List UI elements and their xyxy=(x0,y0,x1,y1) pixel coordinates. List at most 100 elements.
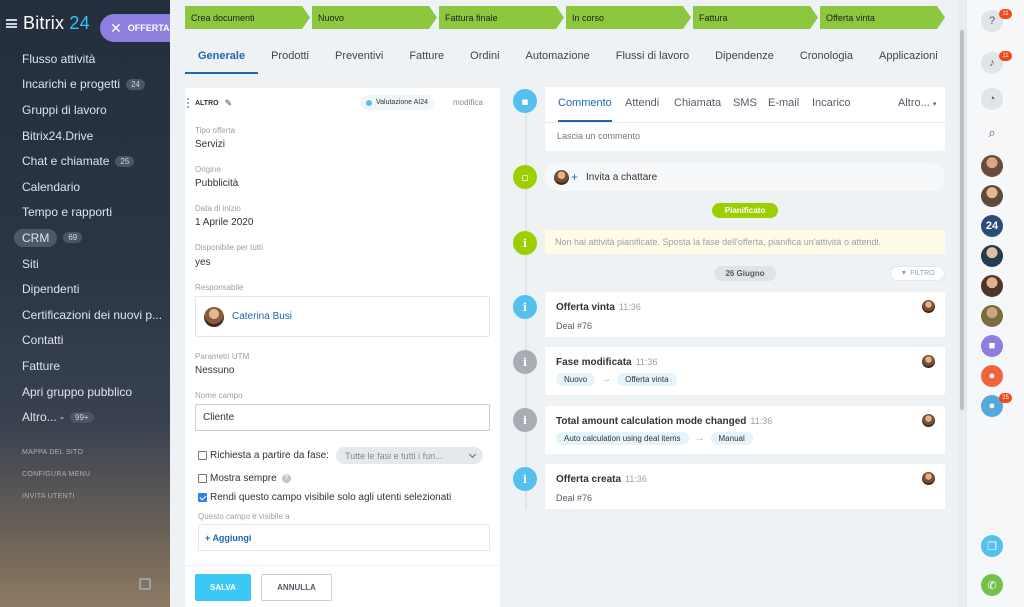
sidebar-item-flusso[interactable]: Flusso attività xyxy=(0,46,170,72)
avatar[interactable] xyxy=(981,155,1003,177)
tab-incarico[interactable]: Incarico xyxy=(812,97,851,109)
help-icon[interactable]: ? xyxy=(281,474,291,483)
comment-input[interactable]: Lascia un commento xyxy=(557,131,640,141)
ai-icon xyxy=(366,99,372,106)
visible-selected-checkbox[interactable] xyxy=(198,493,207,502)
tab-applicazioni[interactable]: Applicazioni xyxy=(866,38,951,74)
sitemap-link[interactable]: MAPPA DEL SITO xyxy=(22,449,83,456)
tab-prodotti[interactable]: Prodotti xyxy=(258,38,322,74)
responsible-label: Responsabile xyxy=(195,283,244,292)
utm-label: Parametri UTM xyxy=(195,352,250,361)
sidebar-item-calendario[interactable]: Calendario xyxy=(0,174,170,200)
ai-score-chip[interactable]: Valutazione AI24 xyxy=(360,95,435,110)
show-always-checkbox[interactable] xyxy=(198,474,207,483)
help-badge: 11 xyxy=(999,9,1012,19)
save-button[interactable]: SALVA xyxy=(195,574,251,601)
stage-bar: Crea documenti Nuovo Fattura finale In c… xyxy=(185,6,947,29)
stage-select[interactable]: Tutte le fasi e tutti i fun... xyxy=(335,447,483,464)
add-users-box[interactable]: + Aggiungi xyxy=(198,524,490,551)
tab-cronologia[interactable]: Cronologia xyxy=(787,38,866,74)
tab-altro[interactable]: Altro... ▾ xyxy=(898,97,936,109)
avatar[interactable] xyxy=(981,245,1003,267)
sidebar-item-gruppo-pubblico[interactable]: Apri gruppo pubblico xyxy=(0,379,170,405)
field-name-input[interactable]: Cliente xyxy=(195,404,490,431)
sidebar-item-drive[interactable]: Bitrix24.Drive xyxy=(0,123,170,149)
stage-crea-documenti[interactable]: Crea documenti xyxy=(185,6,310,29)
tab-fatture[interactable]: Fatture xyxy=(396,38,457,74)
group-chat-avatar[interactable]: 24 xyxy=(981,215,1003,237)
configure-menu-link[interactable]: CONFIGURA MENU xyxy=(22,471,90,478)
tab-email[interactable]: E-mail xyxy=(768,97,799,109)
avatar xyxy=(922,414,935,427)
stage-offerta-vinta[interactable]: Offerta vinta xyxy=(820,6,945,29)
tab-generale[interactable]: Generale xyxy=(185,38,259,74)
sidebar-item-siti[interactable]: Siti xyxy=(0,251,170,277)
filter-button[interactable]: ▼ FILTRO xyxy=(890,266,945,281)
event-subtitle: Deal #76 xyxy=(556,321,593,331)
stage-fattura-finale[interactable]: Fattura finale xyxy=(439,6,564,29)
tab-dipendenze[interactable]: Dipendenze xyxy=(702,38,787,74)
event-subtitle: Deal #76 xyxy=(556,493,593,503)
timeline-event[interactable]: Offerta vinta 11:36 Deal #76 xyxy=(545,292,945,337)
divider xyxy=(545,122,945,123)
copy-icon[interactable]: ❐ xyxy=(981,535,1003,557)
show-always-row: Mostra sempre ? xyxy=(198,473,291,484)
sidebar-item-incarichi[interactable]: Incarichi e progetti 24 xyxy=(0,72,170,98)
sidebar-item-dipendenti[interactable]: Dipendenti xyxy=(0,276,170,302)
avatar xyxy=(922,355,935,368)
invite-chat-card[interactable]: + Invita a chattare xyxy=(545,163,945,191)
phone-icon[interactable]: ✆ xyxy=(981,574,1003,596)
user-icon[interactable]: ● xyxy=(981,365,1003,387)
info-icon: i xyxy=(513,467,537,491)
invite-users-link[interactable]: INVITA UTENTI xyxy=(22,493,75,500)
sidebar-item-altro[interactable]: Altro... -99+ xyxy=(0,404,170,430)
planned-badge: Pianificato xyxy=(712,203,778,218)
chat-bubble-icon[interactable]: ◔ xyxy=(981,88,1003,110)
sidebar-item-fatture[interactable]: Fatture xyxy=(0,353,170,379)
event-title: Total amount calculation mode changed 11:… xyxy=(556,416,773,427)
close-deal-button[interactable]: ✕ OFFERTA xyxy=(100,14,170,42)
cancel-button[interactable]: ANNULLA xyxy=(261,574,332,601)
event-title: Offerta vinta 11:36 xyxy=(556,302,641,313)
drag-handle-icon[interactable] xyxy=(187,98,191,108)
tab-sms[interactable]: SMS xyxy=(733,97,757,109)
responsible-link[interactable]: Caterina Busi xyxy=(232,311,292,322)
plus-icon: + xyxy=(571,170,579,184)
timeline-event[interactable]: Offerta creata 11:36 Deal #76 xyxy=(545,464,945,509)
lock-icon[interactable]: ■ xyxy=(981,335,1003,357)
sidebar-item-crm[interactable]: CRM 69 xyxy=(0,225,170,251)
search-icon[interactable]: ⌕ xyxy=(981,122,1003,144)
tab-preventivi[interactable]: Preventivi xyxy=(322,38,396,74)
tab-chiamata[interactable]: Chiamata xyxy=(674,97,721,109)
sidebar-item-contatti[interactable]: Contatti xyxy=(0,328,170,354)
menu-icon[interactable] xyxy=(6,18,17,28)
brand-logo[interactable]: Bitrix 24 xyxy=(23,13,90,34)
tab-automazione[interactable]: Automazione xyxy=(513,38,603,74)
field-value: Pubblicità xyxy=(195,178,239,189)
stage-in-corso[interactable]: In corso xyxy=(566,6,691,29)
tab-flussi-di-lavoro[interactable]: Flussi di lavoro xyxy=(603,38,702,74)
avatar[interactable] xyxy=(981,305,1003,327)
scrollbar-thumb[interactable] xyxy=(960,30,964,410)
sidebar-item-chat[interactable]: Chat e chiamate 25 xyxy=(0,148,170,174)
sidebar-item-certificazioni[interactable]: Certificazioni dei nuovi p... xyxy=(0,302,170,328)
avatar xyxy=(554,169,569,185)
add-link[interactable]: Aggiungi xyxy=(212,533,251,543)
printer-icon[interactable] xyxy=(139,578,151,590)
modify-link[interactable]: modifica xyxy=(453,98,483,107)
notif-badge: 11 xyxy=(999,51,1012,61)
tab-attendi[interactable]: Attendi xyxy=(625,97,659,109)
required-checkbox[interactable] xyxy=(198,451,207,460)
timeline-event[interactable]: Fase modificata 11:36 Nuovo → Offerta vin… xyxy=(545,347,945,395)
stage-nuovo[interactable]: Nuovo xyxy=(312,6,437,29)
chat-icon: ▫ xyxy=(513,165,537,189)
sidebar-item-gruppi[interactable]: Gruppi di lavoro xyxy=(0,97,170,123)
tab-ordini[interactable]: Ordini xyxy=(457,38,512,74)
pencil-icon[interactable]: ✎ xyxy=(225,98,233,109)
sidebar-item-tempo[interactable]: Tempo e rapporti xyxy=(0,200,170,226)
avatar[interactable] xyxy=(981,185,1003,207)
stage-fattura[interactable]: Fattura xyxy=(693,6,818,29)
avatar[interactable] xyxy=(981,275,1003,297)
tab-commento[interactable]: Commento xyxy=(558,97,612,109)
timeline-event[interactable]: Total amount calculation mode changed 11:… xyxy=(545,406,945,454)
